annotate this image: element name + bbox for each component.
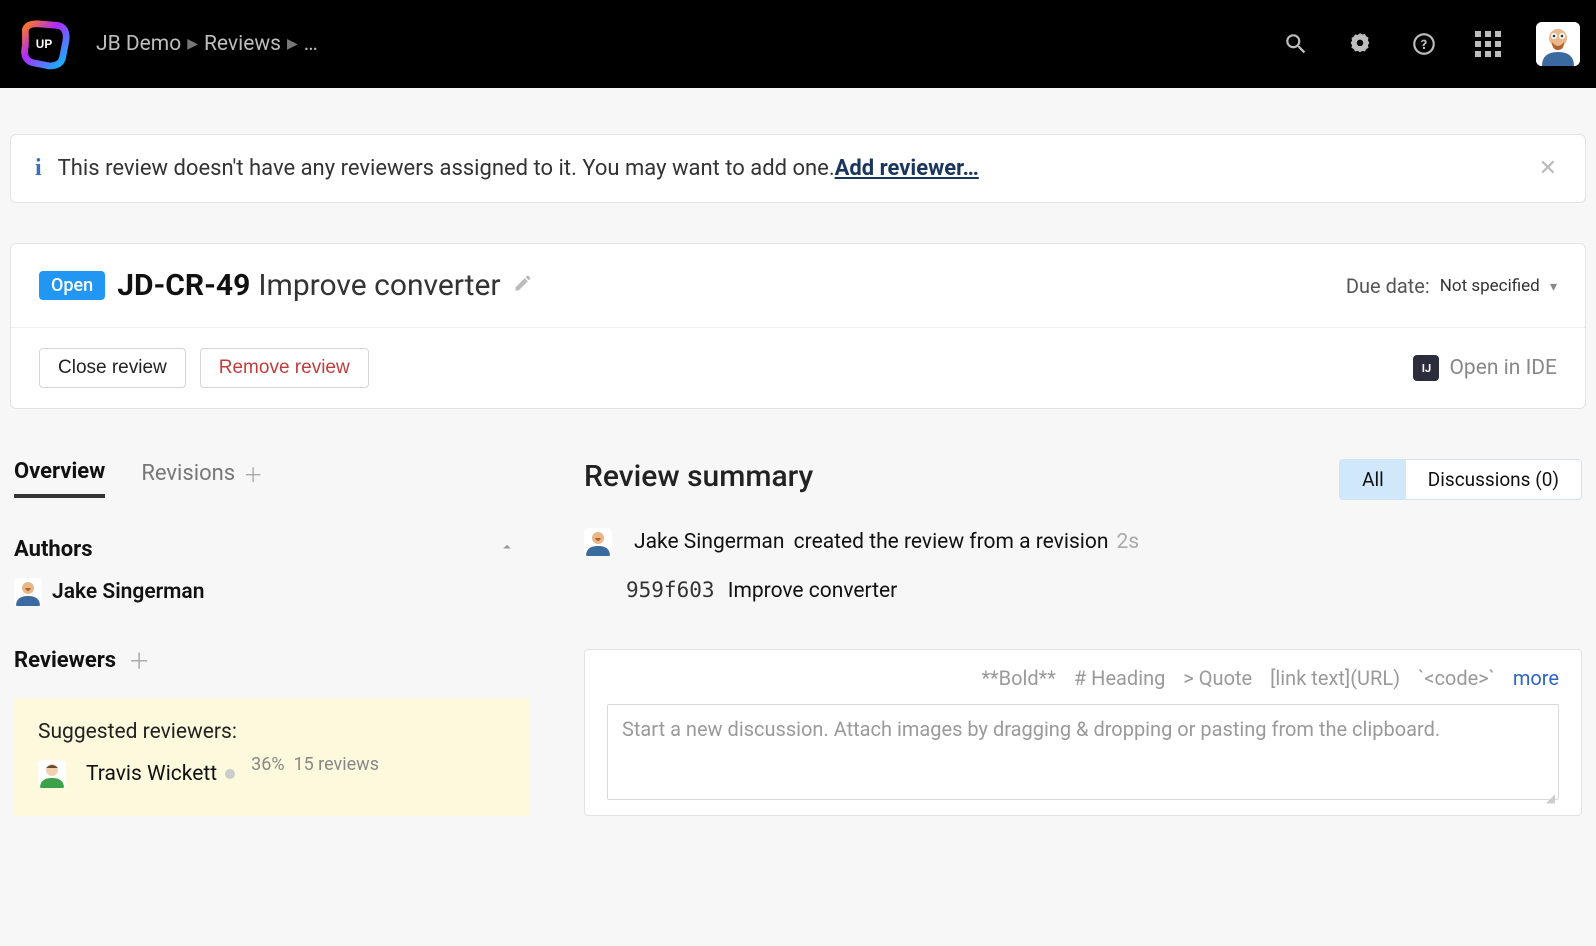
suggested-reviewer-name: Travis Wickett [86,762,217,786]
avatar-icon [38,760,66,788]
add-reviewer-link[interactable]: Add reviewer… [835,156,979,181]
feed-item: Jake Singerman created the review from a… [584,528,1582,556]
feed-actor[interactable]: Jake Singerman [634,530,784,554]
plus-icon: ＋ [243,459,263,488]
edit-title-icon[interactable] [513,273,533,298]
close-icon[interactable]: ✕ [1535,156,1561,181]
banner-text: This review doesn't have any reviewers a… [58,156,835,181]
avatar-icon [584,528,612,556]
suggested-reviewers-title: Suggested reviewers: [38,720,506,744]
suggested-reviewer-stats: 36% 15 reviews [251,754,379,775]
presence-dot-icon [225,769,235,779]
app-logo[interactable]: UP [12,12,76,76]
due-date-label: Due date: [1346,274,1430,298]
tab-revisions-label: Revisions [141,461,235,486]
chevron-down-icon: ▾ [1550,279,1557,295]
ide-icon: IJ [1413,355,1439,381]
close-review-button[interactable]: Close review [39,348,186,388]
breadcrumb-section[interactable]: Reviews [204,32,281,56]
author-row[interactable]: Jake Singerman [14,578,534,606]
due-date-value: Not specified [1440,276,1540,296]
filter-discussions[interactable]: Discussions (0) [1406,460,1581,499]
suggested-reviewers-box: Suggested reviewers: Travis Wickett 36% … [14,698,530,816]
review-title: Improve converter [258,268,500,303]
breadcrumb-current: … [304,32,318,56]
top-bar: UP JB Demo ▶ Reviews ▶ … [0,0,1596,88]
commit-hash: 959f603 [626,578,715,602]
avatar-icon [14,578,42,606]
author-name: Jake Singerman [52,580,204,604]
left-sidebar: Overview Revisions ＋ Authors Jake Singer… [14,459,534,816]
apps-grid-icon[interactable] [1466,22,1510,66]
authors-label: Authors [14,537,93,562]
review-id: JD-CR-49 [117,268,250,303]
discussion-composer: **Bold** # Heading > Quote [link text](U… [584,649,1582,816]
open-in-ide-button[interactable]: IJ Open in IDE [1413,355,1557,381]
discussion-textarea[interactable] [607,704,1559,800]
hint-more[interactable]: more [1513,666,1559,690]
hint-quote[interactable]: > Quote [1183,666,1252,690]
hint-heading[interactable]: # Heading [1074,666,1165,690]
feed-time: 2s [1116,530,1139,554]
feed-commit[interactable]: 959f603 Improve converter [626,578,1582,603]
filter-all[interactable]: All [1340,460,1406,499]
gear-icon[interactable] [1338,22,1382,66]
left-tabs: Overview Revisions ＋ [14,459,534,499]
main-content: Review summary All Discussions (0) Jake … [584,459,1582,816]
markdown-hints: **Bold** # Heading > Quote [link text](U… [607,666,1559,690]
suggested-reviewer-row[interactable]: Travis Wickett 36% 15 reviews [38,760,506,788]
add-reviewer-icon[interactable]: ＋ [128,644,150,676]
review-summary-title: Review summary [584,459,813,494]
search-icon[interactable] [1274,22,1318,66]
tab-revisions[interactable]: Revisions ＋ [141,459,263,498]
breadcrumb-project[interactable]: JB Demo [96,32,181,56]
breadcrumb: JB Demo ▶ Reviews ▶ … [96,32,318,56]
status-badge: Open [39,271,105,300]
remove-review-button[interactable]: Remove review [200,348,369,388]
commit-message: Improve converter [728,579,898,603]
collapse-authors-icon[interactable] [498,537,516,562]
chevron-right-icon: ▶ [187,36,198,52]
review-header-card: Open JD-CR-49 Improve converter Due date… [10,243,1586,409]
hint-link[interactable]: [link text](URL) [1270,666,1400,690]
tab-overview-label: Overview [14,459,105,484]
reviewers-label: Reviewers [14,648,116,673]
tab-overview[interactable]: Overview [14,459,105,498]
no-reviewers-banner: i This review doesn't have any reviewers… [10,134,1586,203]
feed-action: created the review from a revision [794,530,1109,554]
authors-section-header: Authors [14,537,534,562]
reviewers-section-header: Reviewers ＋ [14,644,534,676]
hint-bold[interactable]: **Bold** [981,666,1055,690]
chevron-right-icon: ▶ [287,36,298,52]
user-avatar[interactable] [1536,22,1580,66]
due-date-selector[interactable]: Not specified ▾ [1440,276,1557,296]
open-in-ide-label: Open in IDE [1449,356,1557,380]
svg-text:UP: UP [36,37,53,51]
summary-filter: All Discussions (0) [1339,459,1582,500]
hint-code[interactable]: `<code>` [1418,666,1495,690]
help-icon[interactable] [1402,22,1446,66]
info-icon: i [35,155,42,182]
